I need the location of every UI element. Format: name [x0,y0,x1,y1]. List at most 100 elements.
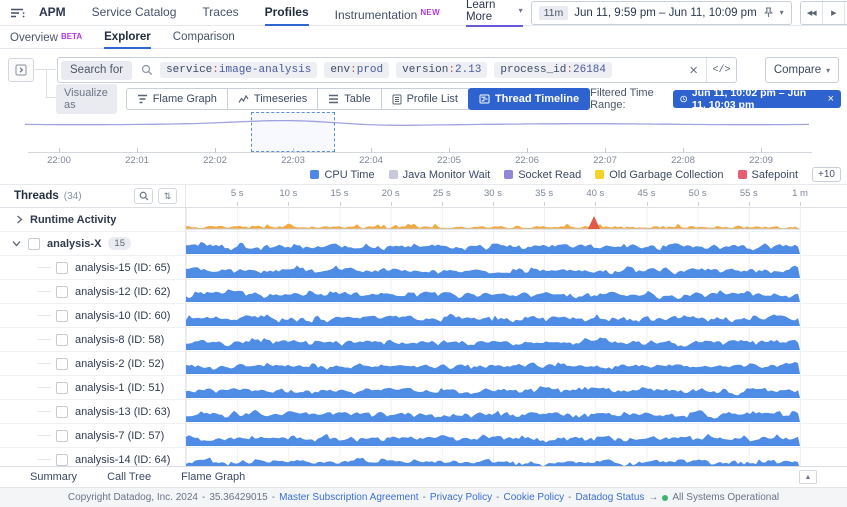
legend-item[interactable]: Old Garbage Collection [595,169,723,181]
thread-row[interactable]: analysis-8 (ID: 58) [0,328,847,352]
thread-group-cell[interactable]: analysis-X 15 [0,232,186,256]
legend-swatch [504,170,513,179]
tag-key: process_id [500,64,566,76]
thread-row[interactable]: analysis-13 (ID: 63) [0,400,847,424]
chevron-down-icon[interactable]: ▾ [780,8,784,17]
thread-checkbox[interactable] [56,334,68,346]
viz-timeseries-button[interactable]: Timeseries [227,88,318,110]
collapse-panel-icon[interactable]: ▲ [799,470,817,484]
thread-label-cell[interactable]: analysis-8 (ID: 58) [0,328,186,352]
nav-item-apm[interactable]: APM [39,0,66,26]
thread-checkbox[interactable] [56,382,68,394]
thread-checkbox[interactable] [56,358,68,370]
thread-group-checkbox[interactable] [28,238,40,250]
thread-chart[interactable] [186,376,847,400]
thread-chart[interactable] [186,328,847,352]
time-range-picker[interactable]: 11m Jun 11, 9:59 pm – Jun 11, 10:09 pm ▾ [531,1,792,25]
footer-link-status[interactable]: Datadog Status [575,492,644,503]
filter-menu-icon[interactable] [10,7,25,19]
query-tag-version[interactable]: version:2.13 [396,62,487,78]
legend-item[interactable]: CPU Time [310,169,374,181]
thread-group-row[interactable]: analysis-X 15 [0,232,847,256]
nav-item-service-catalog[interactable]: Service Catalog [92,0,177,26]
thread-chart[interactable] [186,304,847,328]
tab-comparison[interactable]: Comparison [173,26,235,49]
runtime-activity-cell[interactable]: Runtime Activity [0,208,186,232]
thread-row[interactable]: analysis-10 (ID: 60) [0,304,847,328]
viz-flame-graph-button[interactable]: Flame Graph [126,88,228,110]
thread-row[interactable]: analysis-12 (ID: 62) [0,280,847,304]
tab-flame-graph[interactable]: Flame Graph [181,471,245,483]
runtime-activity-chart[interactable] [186,208,847,232]
thread-chart[interactable] [186,280,847,304]
thread-chart[interactable] [186,352,847,376]
thread-chart[interactable] [186,448,847,466]
pin-icon[interactable] [763,7,774,18]
thread-label-cell[interactable]: analysis-15 (ID: 65) [0,256,186,280]
thread-label-cell[interactable]: analysis-13 (ID: 63) [0,400,186,424]
scale-label: 35 s [535,188,553,199]
thread-checkbox[interactable] [56,262,68,274]
thread-checkbox[interactable] [56,286,68,298]
scale-label: 40 s [586,188,604,199]
viz-table-button[interactable]: Table [317,88,381,110]
nav-item-traces[interactable]: Traces [202,0,238,26]
tab-call-tree[interactable]: Call Tree [107,471,151,483]
thread-chart[interactable] [186,256,847,280]
legend-item[interactable]: Socket Read [504,169,581,181]
expand-panel-button[interactable] [8,58,34,82]
footer-link-privacy[interactable]: Privacy Policy [430,492,492,503]
legend-item[interactable]: Safepoint [738,169,798,181]
query-tag-process-id[interactable]: process_id:26184 [494,62,612,78]
footer-link-cookie[interactable]: Cookie Policy [504,492,565,503]
thread-chart[interactable] [186,424,847,448]
compare-label: Compare [774,64,821,76]
compare-button[interactable]: Compare▾ [765,57,839,83]
threads-search-button[interactable] [134,188,153,204]
thread-checkbox[interactable] [56,430,68,442]
learn-more-dropdown[interactable]: Learn More▾ [466,0,523,27]
thread-row[interactable]: analysis-14 (ID: 64) [0,448,847,466]
footer-link-msa[interactable]: Master Subscription Agreement [279,492,419,503]
thread-row-runtime[interactable]: Runtime Activity [0,208,847,232]
legend-item[interactable]: Java Monitor Wait [389,169,491,181]
thread-row[interactable]: analysis-1 (ID: 51) [0,376,847,400]
nav-item-profiles[interactable]: Profiles [265,0,309,26]
threads-sort-button[interactable]: ⇅ [158,188,177,204]
tab-explorer[interactable]: Explorer [104,26,151,49]
clear-search-icon[interactable]: × [681,62,706,79]
minimap[interactable]: 22:0022:0122:0222:0322:0422:0522:0622:07… [0,110,847,166]
legend-more-button[interactable]: +10 [812,167,841,182]
time-play-button[interactable]: ▶ [823,2,845,24]
thread-label-cell[interactable]: analysis-12 (ID: 62) [0,280,186,304]
time-backward-button[interactable]: ◀◀ [801,2,823,24]
thread-row[interactable]: analysis-15 (ID: 65) [0,256,847,280]
search-icon [141,64,153,76]
profile-search-bar[interactable]: Search for service:image-analysis env:pr… [57,57,737,83]
tab-overview[interactable]: OverviewBETA [10,26,82,49]
viz-profile-list-button[interactable]: Profile List [381,88,469,110]
thread-label-cell[interactable]: analysis-10 (ID: 60) [0,304,186,328]
thread-label-cell[interactable]: analysis-14 (ID: 64) [0,448,186,466]
query-tag-env[interactable]: env:prod [324,62,389,78]
minimap-selection-brush[interactable] [251,112,335,152]
thread-checkbox[interactable] [56,406,68,418]
thread-label-cell[interactable]: analysis-2 (ID: 52) [0,352,186,376]
thread-checkbox[interactable] [56,454,68,466]
code-icon[interactable]: </> [706,58,736,82]
thread-chart[interactable] [186,400,847,424]
thread-label-cell[interactable]: analysis-7 (ID: 57) [0,424,186,448]
thread-row[interactable]: analysis-7 (ID: 57) [0,424,847,448]
tab-summary[interactable]: Summary [30,471,77,483]
thread-label-cell[interactable]: analysis-1 (ID: 51) [0,376,186,400]
viz-thread-timeline-button[interactable]: Thread Timeline [468,88,590,110]
thread-group-chart[interactable] [186,232,847,256]
chevron-down-icon[interactable] [12,240,21,247]
thread-checkbox[interactable] [56,310,68,322]
nav-item-instrumentation[interactable]: InstrumentationNEW [335,0,440,26]
thread-row[interactable]: analysis-2 (ID: 52) [0,352,847,376]
close-icon[interactable]: × [828,93,834,105]
query-tag-service[interactable]: service:image-analysis [160,62,317,78]
filtered-time-range-pill[interactable]: Jun 11, 10:02 pm – Jun 11, 10:03 pm × [673,90,841,108]
chevron-right-icon[interactable] [16,215,23,224]
